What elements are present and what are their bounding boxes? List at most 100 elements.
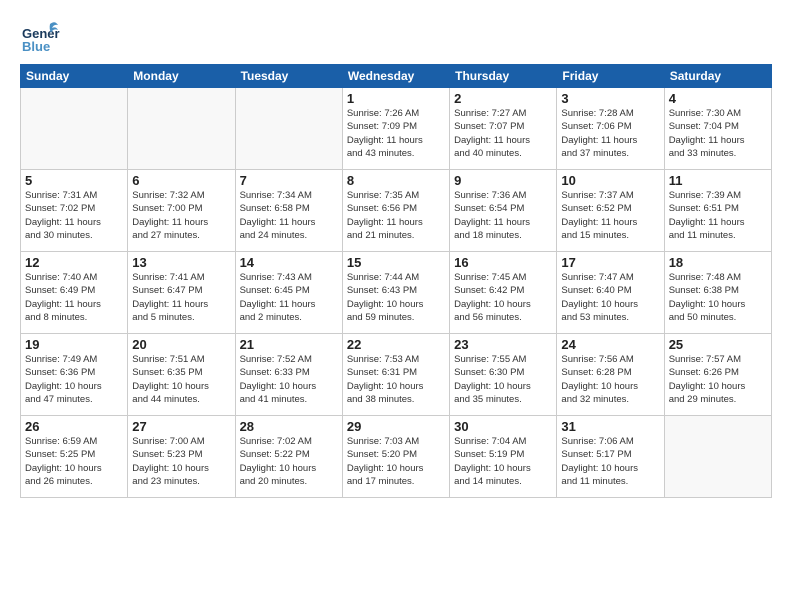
svg-text:Blue: Blue (22, 39, 50, 54)
logo-icon: General Blue (20, 16, 60, 56)
day-info: Sunrise: 7:53 AM Sunset: 6:31 PM Dayligh… (347, 353, 445, 406)
calendar-day-26: 26Sunrise: 6:59 AM Sunset: 5:25 PM Dayli… (21, 416, 128, 498)
day-info: Sunrise: 7:03 AM Sunset: 5:20 PM Dayligh… (347, 435, 445, 488)
day-number: 20 (132, 337, 230, 352)
day-number: 16 (454, 255, 552, 270)
day-info: Sunrise: 7:51 AM Sunset: 6:35 PM Dayligh… (132, 353, 230, 406)
day-info: Sunrise: 7:28 AM Sunset: 7:06 PM Dayligh… (561, 107, 659, 160)
calendar-day-14: 14Sunrise: 7:43 AM Sunset: 6:45 PM Dayli… (235, 252, 342, 334)
day-info: Sunrise: 7:49 AM Sunset: 6:36 PM Dayligh… (25, 353, 123, 406)
calendar-day-9: 9Sunrise: 7:36 AM Sunset: 6:54 PM Daylig… (450, 170, 557, 252)
day-number: 14 (240, 255, 338, 270)
day-number: 30 (454, 419, 552, 434)
calendar-day-24: 24Sunrise: 7:56 AM Sunset: 6:28 PM Dayli… (557, 334, 664, 416)
day-number: 13 (132, 255, 230, 270)
day-info: Sunrise: 7:26 AM Sunset: 7:09 PM Dayligh… (347, 107, 445, 160)
calendar-day-23: 23Sunrise: 7:55 AM Sunset: 6:30 PM Dayli… (450, 334, 557, 416)
day-info: Sunrise: 7:56 AM Sunset: 6:28 PM Dayligh… (561, 353, 659, 406)
calendar-day-6: 6Sunrise: 7:32 AM Sunset: 7:00 PM Daylig… (128, 170, 235, 252)
day-info: Sunrise: 7:47 AM Sunset: 6:40 PM Dayligh… (561, 271, 659, 324)
calendar-day-20: 20Sunrise: 7:51 AM Sunset: 6:35 PM Dayli… (128, 334, 235, 416)
weekday-header-wednesday: Wednesday (342, 65, 449, 88)
day-number: 22 (347, 337, 445, 352)
calendar-day-5: 5Sunrise: 7:31 AM Sunset: 7:02 PM Daylig… (21, 170, 128, 252)
day-info: Sunrise: 7:45 AM Sunset: 6:42 PM Dayligh… (454, 271, 552, 324)
calendar-day-12: 12Sunrise: 7:40 AM Sunset: 6:49 PM Dayli… (21, 252, 128, 334)
day-info: Sunrise: 7:06 AM Sunset: 5:17 PM Dayligh… (561, 435, 659, 488)
calendar-week-2: 5Sunrise: 7:31 AM Sunset: 7:02 PM Daylig… (21, 170, 772, 252)
day-number: 21 (240, 337, 338, 352)
page: General Blue SundayMondayTuesdayWednesda… (0, 0, 792, 612)
day-number: 24 (561, 337, 659, 352)
calendar-day-18: 18Sunrise: 7:48 AM Sunset: 6:38 PM Dayli… (664, 252, 771, 334)
day-info: Sunrise: 7:43 AM Sunset: 6:45 PM Dayligh… (240, 271, 338, 324)
calendar-day-11: 11Sunrise: 7:39 AM Sunset: 6:51 PM Dayli… (664, 170, 771, 252)
day-info: Sunrise: 7:36 AM Sunset: 6:54 PM Dayligh… (454, 189, 552, 242)
day-number: 5 (25, 173, 123, 188)
calendar-week-5: 26Sunrise: 6:59 AM Sunset: 5:25 PM Dayli… (21, 416, 772, 498)
calendar-empty (21, 88, 128, 170)
day-number: 6 (132, 173, 230, 188)
calendar-day-29: 29Sunrise: 7:03 AM Sunset: 5:20 PM Dayli… (342, 416, 449, 498)
day-number: 11 (669, 173, 767, 188)
day-number: 31 (561, 419, 659, 434)
day-info: Sunrise: 7:04 AM Sunset: 5:19 PM Dayligh… (454, 435, 552, 488)
calendar-day-19: 19Sunrise: 7:49 AM Sunset: 6:36 PM Dayli… (21, 334, 128, 416)
calendar-day-25: 25Sunrise: 7:57 AM Sunset: 6:26 PM Dayli… (664, 334, 771, 416)
calendar-empty (235, 88, 342, 170)
day-number: 28 (240, 419, 338, 434)
day-info: Sunrise: 7:41 AM Sunset: 6:47 PM Dayligh… (132, 271, 230, 324)
day-info: Sunrise: 7:00 AM Sunset: 5:23 PM Dayligh… (132, 435, 230, 488)
day-number: 9 (454, 173, 552, 188)
weekday-header-friday: Friday (557, 65, 664, 88)
weekday-header-monday: Monday (128, 65, 235, 88)
day-number: 4 (669, 91, 767, 106)
day-info: Sunrise: 7:40 AM Sunset: 6:49 PM Dayligh… (25, 271, 123, 324)
calendar-table: SundayMondayTuesdayWednesdayThursdayFrid… (20, 64, 772, 498)
calendar-day-8: 8Sunrise: 7:35 AM Sunset: 6:56 PM Daylig… (342, 170, 449, 252)
day-info: Sunrise: 7:32 AM Sunset: 7:00 PM Dayligh… (132, 189, 230, 242)
day-number: 25 (669, 337, 767, 352)
day-number: 1 (347, 91, 445, 106)
day-number: 29 (347, 419, 445, 434)
day-info: Sunrise: 7:30 AM Sunset: 7:04 PM Dayligh… (669, 107, 767, 160)
day-number: 18 (669, 255, 767, 270)
calendar-week-3: 12Sunrise: 7:40 AM Sunset: 6:49 PM Dayli… (21, 252, 772, 334)
calendar-empty (664, 416, 771, 498)
day-info: Sunrise: 7:37 AM Sunset: 6:52 PM Dayligh… (561, 189, 659, 242)
calendar-day-13: 13Sunrise: 7:41 AM Sunset: 6:47 PM Dayli… (128, 252, 235, 334)
calendar-day-28: 28Sunrise: 7:02 AM Sunset: 5:22 PM Dayli… (235, 416, 342, 498)
day-info: Sunrise: 7:48 AM Sunset: 6:38 PM Dayligh… (669, 271, 767, 324)
day-number: 3 (561, 91, 659, 106)
day-number: 8 (347, 173, 445, 188)
day-info: Sunrise: 7:57 AM Sunset: 6:26 PM Dayligh… (669, 353, 767, 406)
day-info: Sunrise: 7:55 AM Sunset: 6:30 PM Dayligh… (454, 353, 552, 406)
weekday-header-row: SundayMondayTuesdayWednesdayThursdayFrid… (21, 65, 772, 88)
day-number: 17 (561, 255, 659, 270)
day-number: 27 (132, 419, 230, 434)
calendar-week-1: 1Sunrise: 7:26 AM Sunset: 7:09 PM Daylig… (21, 88, 772, 170)
day-number: 12 (25, 255, 123, 270)
calendar-day-21: 21Sunrise: 7:52 AM Sunset: 6:33 PM Dayli… (235, 334, 342, 416)
calendar-day-3: 3Sunrise: 7:28 AM Sunset: 7:06 PM Daylig… (557, 88, 664, 170)
calendar-day-17: 17Sunrise: 7:47 AM Sunset: 6:40 PM Dayli… (557, 252, 664, 334)
calendar-day-27: 27Sunrise: 7:00 AM Sunset: 5:23 PM Dayli… (128, 416, 235, 498)
calendar-day-16: 16Sunrise: 7:45 AM Sunset: 6:42 PM Dayli… (450, 252, 557, 334)
calendar-day-15: 15Sunrise: 7:44 AM Sunset: 6:43 PM Dayli… (342, 252, 449, 334)
day-number: 15 (347, 255, 445, 270)
logo: General Blue (20, 16, 60, 56)
weekday-header-tuesday: Tuesday (235, 65, 342, 88)
calendar-day-10: 10Sunrise: 7:37 AM Sunset: 6:52 PM Dayli… (557, 170, 664, 252)
day-info: Sunrise: 7:52 AM Sunset: 6:33 PM Dayligh… (240, 353, 338, 406)
calendar-day-31: 31Sunrise: 7:06 AM Sunset: 5:17 PM Dayli… (557, 416, 664, 498)
day-number: 7 (240, 173, 338, 188)
day-number: 23 (454, 337, 552, 352)
calendar-day-4: 4Sunrise: 7:30 AM Sunset: 7:04 PM Daylig… (664, 88, 771, 170)
calendar-day-30: 30Sunrise: 7:04 AM Sunset: 5:19 PM Dayli… (450, 416, 557, 498)
calendar-empty (128, 88, 235, 170)
day-info: Sunrise: 7:44 AM Sunset: 6:43 PM Dayligh… (347, 271, 445, 324)
day-number: 2 (454, 91, 552, 106)
header: General Blue (20, 16, 772, 56)
calendar-day-2: 2Sunrise: 7:27 AM Sunset: 7:07 PM Daylig… (450, 88, 557, 170)
day-number: 19 (25, 337, 123, 352)
